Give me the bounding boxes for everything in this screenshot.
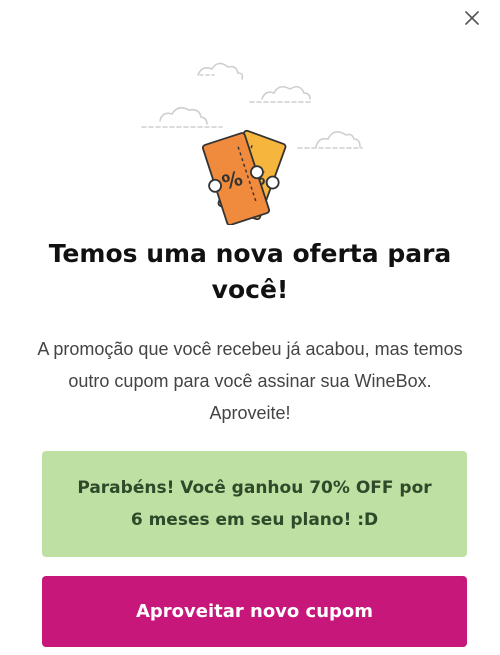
close-icon [465, 11, 479, 25]
offer-modal: % % Temos uma nova oferta para você! A p… [0, 0, 500, 655]
use-new-coupon-button[interactable]: Aproveitar novo cupom [42, 576, 467, 647]
discount-tickets-icon: % % [141, 62, 363, 225]
discount-notice: Parabéns! Você ganhou 70% OFF por 6 mese… [42, 451, 467, 557]
offer-message: A promoção que você recebeu já acabou, m… [37, 339, 463, 423]
close-button[interactable] [460, 6, 484, 30]
offer-title: Temos uma nova oferta para você! [48, 239, 452, 304]
